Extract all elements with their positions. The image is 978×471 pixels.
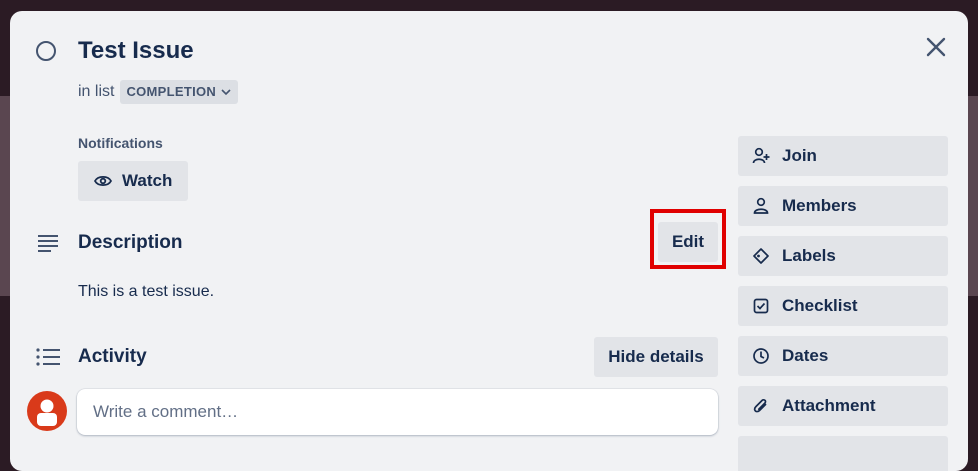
card-complete-circle-icon[interactable] <box>36 41 56 61</box>
sidebar-item-members[interactable]: Members <box>738 186 948 226</box>
sidebar-item-dates[interactable]: Dates <box>738 336 948 376</box>
chevron-down-icon <box>221 89 231 96</box>
hide-details-label: Hide details <box>608 347 704 366</box>
description-heading: Description <box>78 232 183 253</box>
in-list-prefix: in list <box>78 83 115 100</box>
card-detail-modal: Test Issue in list COMPLETION Notificati… <box>10 11 968 471</box>
sidebar-item-join[interactable]: Join <box>738 136 948 176</box>
list-name: COMPLETION <box>126 84 217 99</box>
avatar[interactable] <box>27 391 67 431</box>
sidebar-item-labels[interactable]: Labels <box>738 236 948 276</box>
sidebar-item-label: Checklist <box>782 296 858 315</box>
sidebar-item-label: Dates <box>782 346 829 365</box>
sidebar-item-label: Members <box>782 196 857 215</box>
hide-details-button[interactable]: Hide details <box>594 337 718 377</box>
activity-icon <box>34 343 62 371</box>
notifications-label: Notifications <box>78 135 163 151</box>
comment-placeholder: Write a comment… <box>93 402 239 421</box>
tag-icon <box>753 248 769 264</box>
sidebar-item-label: Join <box>782 146 817 165</box>
description-icon <box>34 229 62 257</box>
sidebar-item-label: Attachment <box>782 396 876 415</box>
checkbox-icon <box>753 298 769 314</box>
add-person-icon <box>752 147 770 164</box>
edit-label: Edit <box>671 232 705 251</box>
description-text[interactable]: This is a test issue. <box>78 283 214 301</box>
edit-description-button[interactable]: Edit <box>658 222 718 262</box>
clock-icon <box>753 348 769 364</box>
sidebar-item-partial[interactable] <box>738 436 948 471</box>
close-icon <box>926 37 946 57</box>
list-selector[interactable]: COMPLETION <box>120 80 239 104</box>
comment-input[interactable]: Write a comment… <box>77 389 718 435</box>
user-silhouette-icon <box>37 399 57 426</box>
close-button[interactable] <box>920 31 952 63</box>
card-title[interactable]: Test Issue <box>78 36 194 66</box>
board-list-edge <box>968 96 978 296</box>
watch-label: Watch <box>122 171 173 190</box>
eye-icon <box>94 175 112 187</box>
activity-heading: Activity <box>78 346 147 367</box>
sidebar-item-label: Labels <box>782 246 836 265</box>
watch-button[interactable]: Watch <box>78 161 188 201</box>
board-list-edge <box>0 96 10 296</box>
card-list-info: in list COMPLETION <box>78 80 239 104</box>
paperclip-icon <box>753 398 767 413</box>
person-icon <box>753 197 769 214</box>
sidebar-item-checklist[interactable]: Checklist <box>738 286 948 326</box>
sidebar-item-attachment[interactable]: Attachment <box>738 386 948 426</box>
